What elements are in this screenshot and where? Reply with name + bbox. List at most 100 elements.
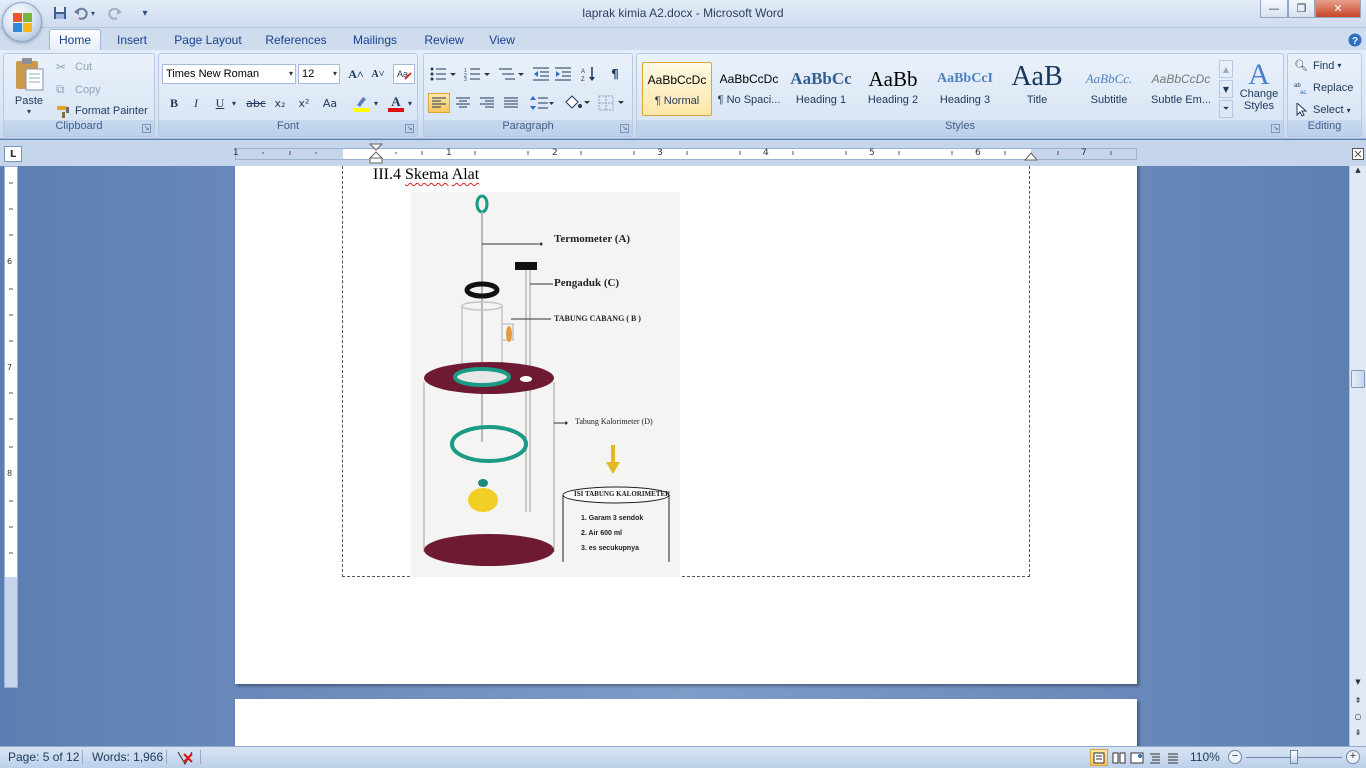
align-left-button[interactable] (428, 93, 450, 113)
tab-references[interactable]: References (258, 29, 334, 50)
bullets-button[interactable] (428, 64, 458, 84)
increase-indent-button[interactable] (552, 64, 574, 84)
styles-scroll-down-button[interactable]: ▼ (1219, 80, 1233, 98)
help-icon[interactable]: ? (1346, 29, 1364, 50)
draft-button[interactable] (1164, 749, 1182, 766)
restore-button[interactable]: ❐ (1288, 0, 1315, 18)
page-count[interactable]: Page: 5 of 12 (8, 750, 79, 764)
decrease-indent-button[interactable] (530, 64, 552, 84)
align-center-button[interactable] (452, 93, 474, 113)
select-browse-object-icon[interactable]: ○ (1350, 712, 1366, 724)
full-screen-reading-button[interactable] (1110, 749, 1128, 766)
sort-button[interactable]: AZ (578, 64, 600, 84)
underline-dropdown-icon[interactable]: ▾ (229, 93, 239, 113)
word-count[interactable]: Words: 1,966 (92, 750, 163, 764)
cut-button[interactable]: ✂ Cut (56, 60, 92, 74)
style-heading-2[interactable]: AaBb Heading 2 (858, 62, 928, 116)
style-normal[interactable]: AaBbCcDc ¶ Normal (642, 62, 712, 116)
styles-scroll-up-button[interactable]: ▲ (1219, 60, 1233, 78)
line-spacing-button[interactable] (528, 93, 556, 113)
document-area[interactable]: III.4 Skema Alat Termometer (A) Pengaduk… (22, 166, 1348, 746)
editing-group: 🔍︎ Find ▾ ab ac Replace Select ▾ Editing (1287, 53, 1362, 137)
grow-font-button[interactable]: A˄ (345, 64, 367, 84)
document-page[interactable] (235, 699, 1137, 746)
section-heading[interactable]: III.4 Skema Alat (373, 166, 479, 184)
borders-button[interactable] (596, 93, 626, 113)
format-painter-button[interactable]: Format Painter (56, 104, 148, 118)
tab-view[interactable]: View (481, 29, 523, 50)
paragraph-dialog-launcher[interactable]: ↘ (620, 124, 629, 133)
print-layout-button[interactable] (1090, 749, 1108, 766)
web-layout-button[interactable] (1128, 749, 1146, 766)
tab-insert[interactable]: Insert (108, 29, 156, 50)
horizontal-ruler[interactable]: 1 1 2 3 4 5 6 7 (233, 143, 1137, 164)
highlight-dropdown-icon[interactable]: ▾ (371, 93, 381, 113)
apparatus-figure[interactable]: Termometer (A) Pengaduk (C) TABUNG CABAN… (411, 192, 680, 577)
strikethrough-button[interactable]: abc (245, 93, 267, 113)
vertical-scrollbar[interactable]: ▲ ▼ ⇞ ○ ⇟ (1349, 166, 1366, 746)
style-heading-3[interactable]: AaBbCcI Heading 3 (930, 62, 1000, 116)
show-formatting-button[interactable]: ¶ (604, 64, 626, 84)
numbering-button[interactable]: 123 (462, 64, 492, 84)
right-indent-marker-icon[interactable] (1024, 152, 1038, 162)
style-title[interactable]: AaB Title (1002, 62, 1072, 116)
shading-button[interactable] (562, 93, 592, 113)
sort-icon: AZ (581, 67, 595, 82)
scroll-up-arrow-icon[interactable]: ▲ (1350, 166, 1366, 176)
font-color-button[interactable]: A (385, 93, 407, 113)
align-right-button[interactable] (476, 93, 498, 113)
clipboard-dialog-launcher[interactable]: ↘ (142, 124, 151, 133)
highlight-button[interactable] (351, 93, 373, 113)
style-subtitle[interactable]: AaBbCc. Subtitle (1074, 62, 1144, 116)
zoom-level[interactable]: 110% (1190, 750, 1220, 764)
replace-button[interactable]: ab ac Replace (1294, 81, 1353, 95)
italic-button[interactable]: I (185, 93, 207, 113)
proofing-icon[interactable] (176, 750, 194, 766)
font-size-select[interactable]: 12 ▾ (298, 64, 340, 84)
clear-formatting-button[interactable]: Aa (393, 64, 415, 84)
scroll-thumb[interactable] (1351, 370, 1365, 388)
document-page[interactable]: III.4 Skema Alat Termometer (A) Pengaduk… (235, 166, 1137, 684)
justify-button[interactable] (500, 93, 522, 113)
tab-page-layout[interactable]: Page Layout (166, 29, 250, 50)
tab-stop-selector[interactable]: L (4, 146, 22, 162)
find-button[interactable]: 🔍︎ Find ▾ (1294, 59, 1341, 73)
subscript-button[interactable]: x₂ (269, 93, 291, 113)
zoom-in-button[interactable]: + (1346, 750, 1360, 764)
close-button[interactable]: ✕ (1315, 0, 1361, 18)
style-no-spacing[interactable]: AaBbCcDc ¶ No Spaci... (714, 62, 784, 116)
change-case-button[interactable]: Aa (317, 93, 343, 113)
office-button[interactable] (2, 2, 42, 42)
indent-marker-icon[interactable] (369, 143, 383, 165)
zoom-slider-thumb[interactable] (1290, 750, 1298, 764)
style-heading-1[interactable]: AaBbCc Heading 1 (786, 62, 856, 116)
bold-button[interactable]: B (163, 93, 185, 113)
vertical-ruler[interactable]: 6 7 8 (4, 166, 18, 688)
font-dialog-launcher[interactable]: ↘ (405, 124, 414, 133)
select-button[interactable]: Select ▾ (1294, 103, 1351, 117)
view-ruler-button[interactable] (1349, 145, 1366, 163)
paste-button[interactable]: Paste ▾ (8, 56, 50, 120)
styles-more-button[interactable]: ⏷ (1219, 100, 1233, 118)
tab-review[interactable]: Review (416, 29, 472, 50)
tab-mailings[interactable]: Mailings (344, 29, 406, 50)
multilevel-list-button[interactable] (496, 64, 526, 84)
superscript-button[interactable]: x² (293, 93, 315, 113)
minimize-button[interactable]: — (1260, 0, 1288, 18)
scroll-down-arrow-icon[interactable]: ▼ (1350, 678, 1366, 690)
shrink-font-button[interactable]: A˅ (367, 64, 389, 84)
tab-home[interactable]: Home (49, 29, 101, 50)
font-color-dropdown-icon[interactable]: ▾ (405, 93, 415, 113)
style-subtle-emphasis[interactable]: AaBbCcDc Subtle Em... (1146, 62, 1216, 116)
underline-button[interactable]: U (209, 93, 231, 113)
label-pengaduk: Pengaduk (C) (554, 277, 620, 289)
font-family-select[interactable]: Times New Roman ▾ (162, 64, 296, 84)
copy-button[interactable]: ⧉ Copy (56, 82, 101, 97)
styles-dialog-launcher[interactable]: ↘ (1271, 124, 1280, 133)
previous-page-icon[interactable]: ⇞ (1350, 696, 1366, 708)
zoom-out-button[interactable]: − (1228, 750, 1242, 764)
next-page-icon[interactable]: ⇟ (1350, 728, 1366, 740)
outline-button[interactable] (1146, 749, 1164, 766)
change-styles-button[interactable]: A Change Styles (1237, 58, 1281, 120)
ruler-number: 5 (869, 148, 875, 158)
